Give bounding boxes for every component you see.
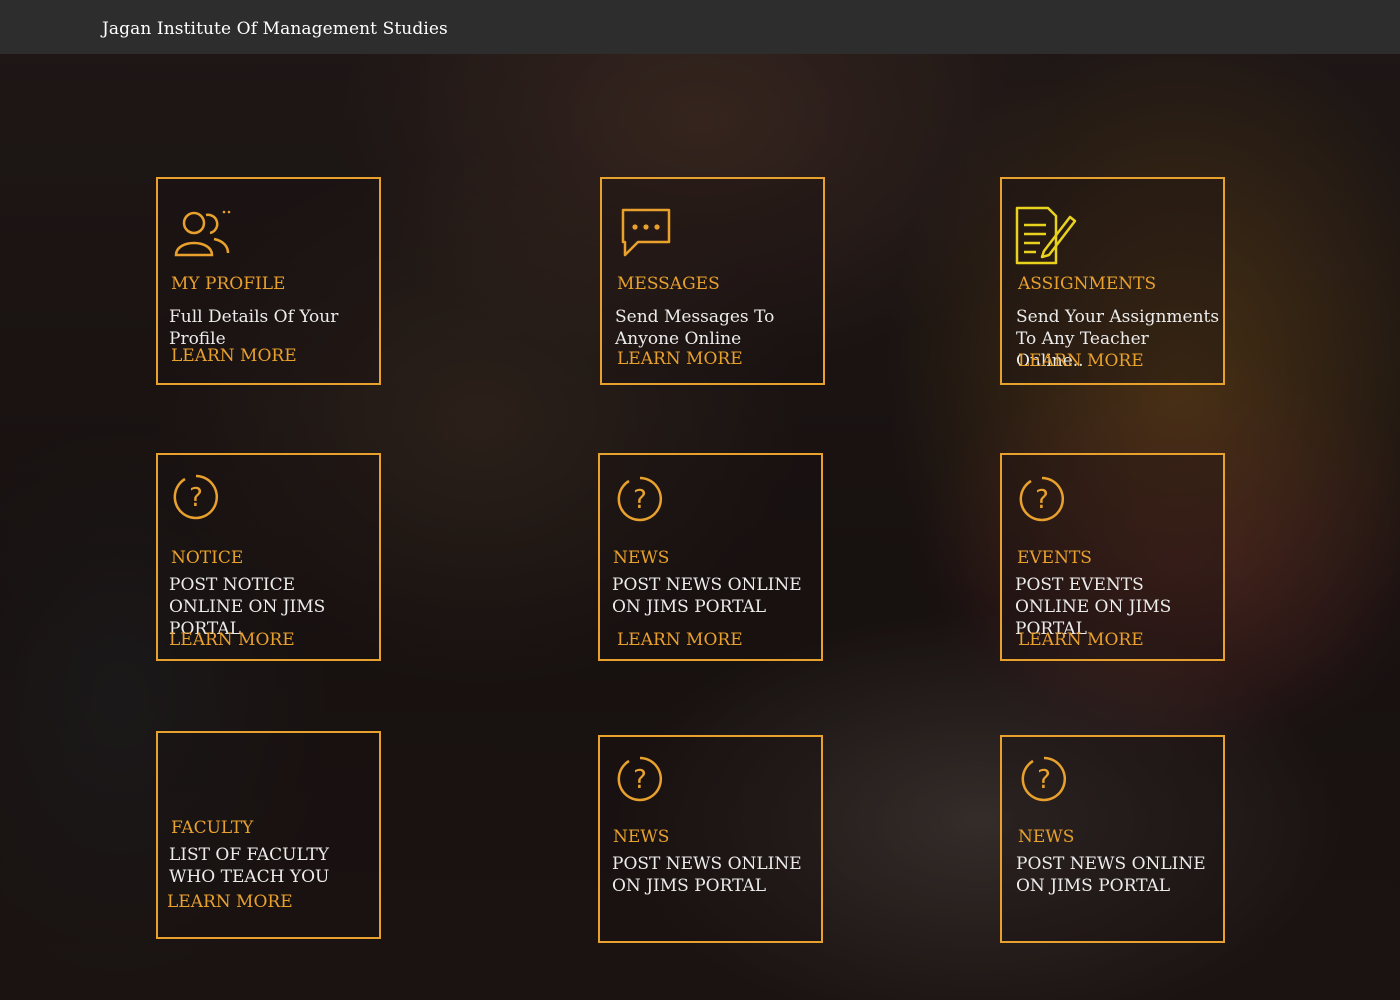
learn-more-link[interactable]: LEARN MORE bbox=[617, 630, 743, 650]
card-title: MESSAGES bbox=[617, 274, 720, 294]
question-circle-icon: ? bbox=[1018, 475, 1066, 527]
card-title: NEWS bbox=[613, 548, 670, 568]
card-assignments[interactable]: ASSIGNMENTS Send Your Assignments To Any… bbox=[1000, 177, 1225, 385]
card-title: MY PROFILE bbox=[171, 274, 286, 294]
question-circle-icon: ? bbox=[172, 473, 220, 525]
card-description: POST NEWS ONLINE ON JIMS PORTAL bbox=[612, 575, 802, 617]
card-description: Full Details Of Your Profile bbox=[169, 307, 339, 349]
card-messages[interactable]: MESSAGES Send Messages To Anyone Online … bbox=[600, 177, 825, 385]
users-icon bbox=[172, 209, 232, 263]
card-faculty[interactable]: FACULTY LIST OF FACULTY WHO TEACH YOU LE… bbox=[156, 731, 381, 939]
card-description: POST NEWS ONLINE ON JIMS PORTAL bbox=[612, 854, 802, 896]
card-title: NEWS bbox=[1018, 827, 1075, 847]
card-title: EVENTS bbox=[1017, 548, 1092, 568]
learn-more-link[interactable]: LEARN MORE bbox=[1018, 630, 1144, 650]
card-title: NEWS bbox=[613, 827, 670, 847]
card-my-profile[interactable]: MY PROFILE Full Details Of Your Profile … bbox=[156, 177, 381, 385]
learn-more-link[interactable]: LEARN MORE bbox=[1018, 351, 1144, 371]
learn-more-link[interactable]: LEARN MORE bbox=[171, 346, 297, 366]
card-description: LIST OF FACULTY WHO TEACH YOU bbox=[169, 845, 330, 887]
learn-more-link[interactable]: LEARN MORE bbox=[617, 349, 743, 369]
svg-text:?: ? bbox=[633, 485, 647, 515]
svg-text:?: ? bbox=[189, 483, 203, 513]
svg-text:?: ? bbox=[1035, 485, 1049, 515]
card-title: ASSIGNMENTS bbox=[1018, 274, 1157, 294]
learn-more-link[interactable]: LEARN MORE bbox=[169, 630, 295, 650]
site-title[interactable]: Jagan Institute Of Management Studies bbox=[102, 19, 448, 39]
card-events[interactable]: ? EVENTS POST EVENTS ONLINE ON JIMS PORT… bbox=[1000, 453, 1225, 661]
question-circle-icon: ? bbox=[1020, 755, 1068, 807]
card-news[interactable]: ? NEWS POST NEWS ONLINE ON JIMS PORTAL L… bbox=[598, 453, 823, 661]
card-title: FACULTY bbox=[171, 818, 254, 838]
svg-text:?: ? bbox=[1037, 765, 1051, 795]
card-notice[interactable]: ? NOTICE POST NOTICE ONLINE ON JIMS PORT… bbox=[156, 453, 381, 661]
question-circle-icon: ? bbox=[616, 475, 664, 527]
svg-text:?: ? bbox=[633, 765, 647, 795]
card-news-3[interactable]: ? NEWS POST NEWS ONLINE ON JIMS PORTAL bbox=[1000, 735, 1225, 943]
chat-bubble-icon bbox=[620, 207, 674, 263]
card-description: Send Messages To Anyone Online bbox=[615, 307, 775, 349]
learn-more-link[interactable]: LEARN MORE bbox=[167, 892, 293, 912]
card-title: NOTICE bbox=[171, 548, 244, 568]
document-edit-icon bbox=[1014, 205, 1078, 271]
question-circle-icon: ? bbox=[616, 755, 664, 807]
card-description: POST NEWS ONLINE ON JIMS PORTAL bbox=[1016, 854, 1206, 896]
card-news-2[interactable]: ? NEWS POST NEWS ONLINE ON JIMS PORTAL bbox=[598, 735, 823, 943]
top-navbar: Jagan Institute Of Management Studies bbox=[0, 0, 1400, 54]
